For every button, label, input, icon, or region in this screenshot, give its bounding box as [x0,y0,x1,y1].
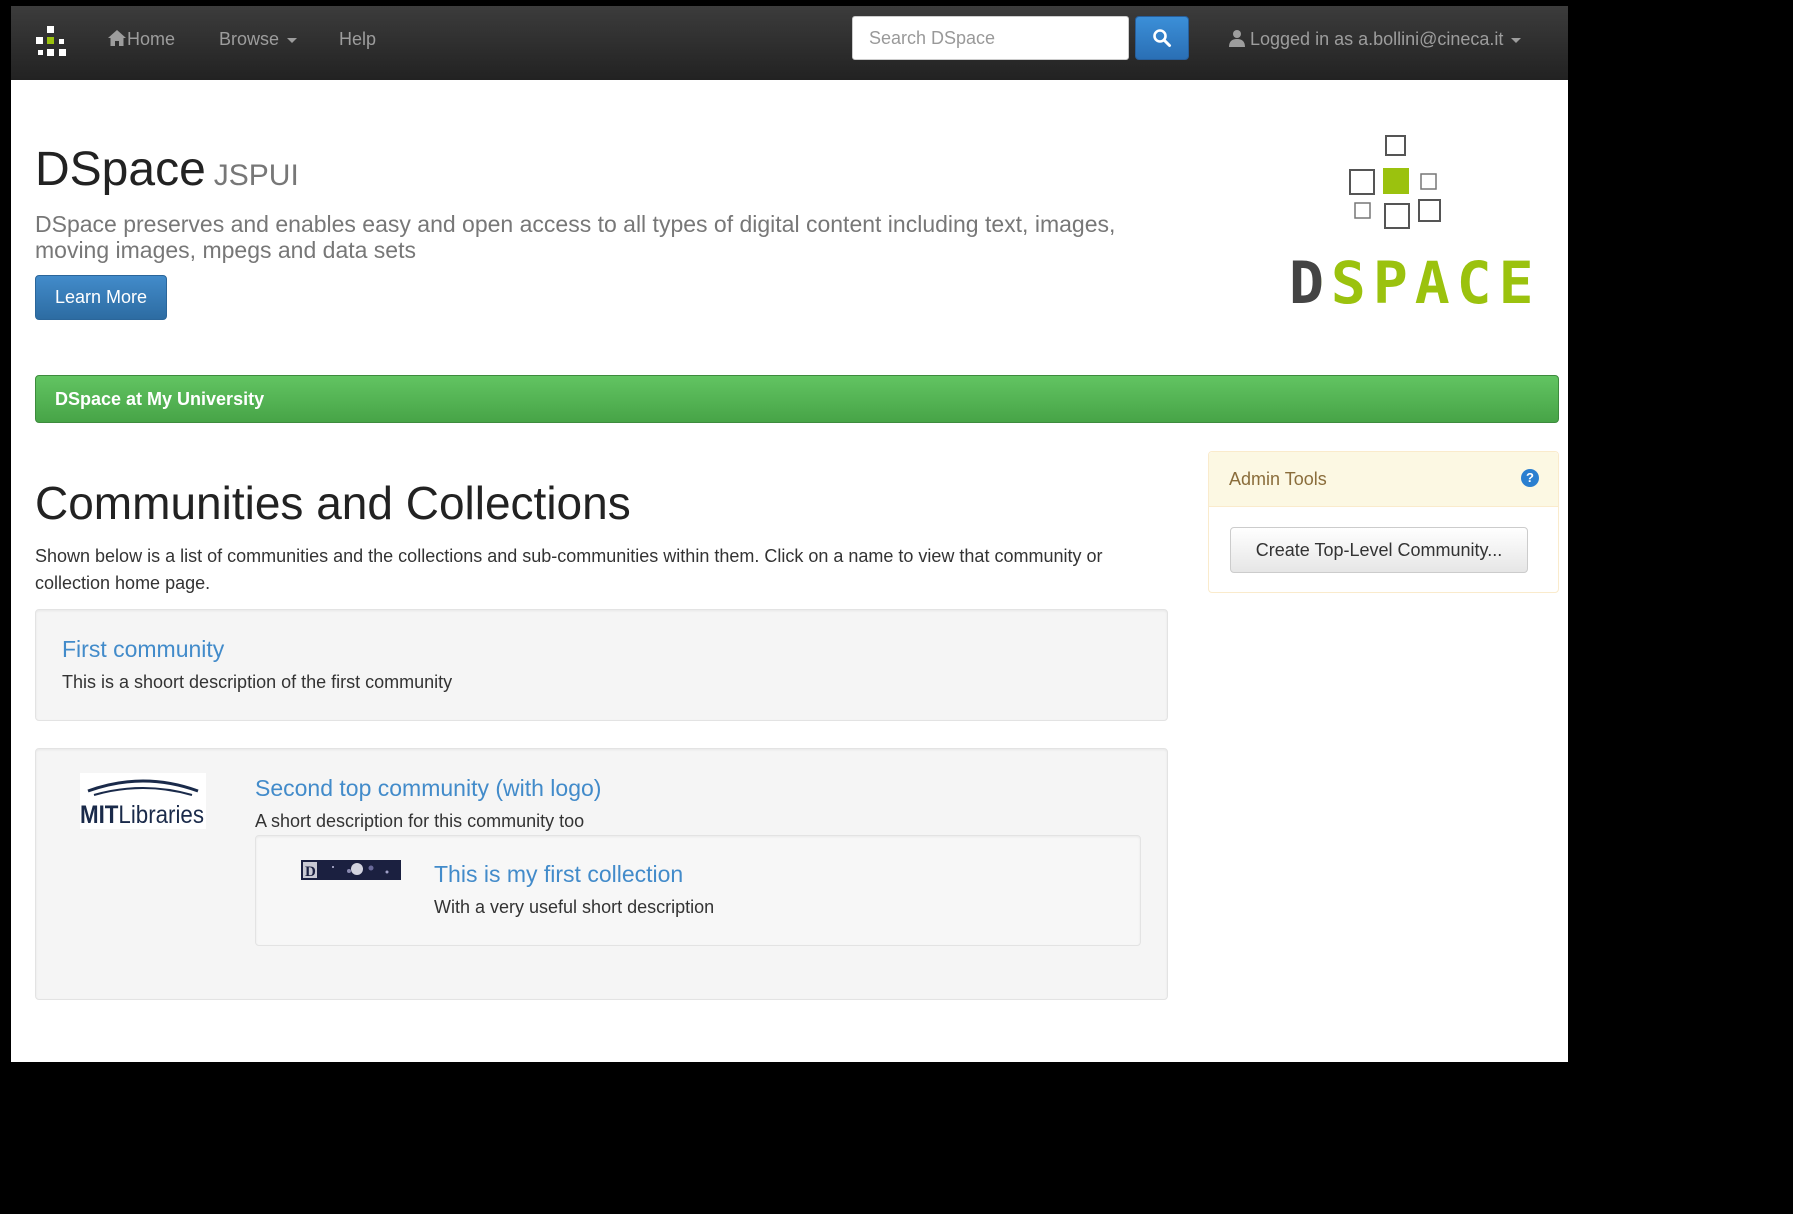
chevron-down-icon [287,37,298,43]
create-top-level-community-button[interactable]: Create Top-Level Community... [1230,527,1528,573]
hero-description: DSpace preserves and enables easy and op… [35,211,1116,263]
svg-text:MITLibraries: MITLibraries [80,801,204,829]
community-description-second: A short description for this community t… [255,811,585,831]
communities-heading: Communities and Collections [35,477,631,529]
hero-title-text: DSpace [35,143,206,196]
collection-description-first: With a very useful short description [434,897,715,917]
admin-tools-title: Admin Tools [1229,469,1327,489]
svg-text:D: D [1289,249,1324,317]
page-title: DSpace JSPUI [35,140,299,206]
search-button[interactable] [1135,16,1189,60]
help-icon[interactable]: ? [1521,469,1539,487]
community-panel-first: First community This is a shoort descrip… [35,609,1168,721]
search-input[interactable] [852,16,1129,60]
user-menu-label: Logged in as a.bollini@cineca.it [1250,29,1504,49]
mit-logo-text-bold: MIT [80,801,118,829]
hero-subtitle: JSPUI [213,159,299,192]
app-window: Home Browse Help Logged in as a.bollini@… [11,6,1568,1062]
search-icon [1153,29,1171,47]
collection-link-first[interactable]: This is my first collection [434,860,683,888]
dspace-logo: DSPACE D [1289,135,1539,317]
user-icon [1229,30,1245,47]
nav-help-link[interactable]: Help [339,28,376,50]
collection-panel: D This is my first collection With a ver… [255,835,1141,946]
mit-libraries-logo[interactable]: MITLibraries [80,773,206,829]
communities-intro: Shown below is a list of communities and… [35,546,1103,593]
top-navbar: Home Browse Help Logged in as a.bollini@… [11,6,1568,80]
nav-browse-dropdown[interactable]: Browse [219,28,298,50]
admin-tools-panel: Admin Tools ? Create Top-Level Community… [1208,451,1559,593]
nav-browse-label: Browse [219,29,280,49]
learn-more-button[interactable]: Learn More [35,275,167,320]
home-icon [108,30,126,46]
svg-text:D: D [305,864,316,880]
chevron-down-icon [1511,37,1522,43]
nav-help-label: Help [339,29,377,49]
mit-logo-text: Libraries [118,801,204,829]
collection-logo[interactable]: D [301,860,401,880]
dspace-nav-logo-icon[interactable] [33,24,69,60]
dspace-logo-text: DSPACE [1289,249,1539,317]
nav-home-link[interactable]: Home [107,28,175,50]
community-link-first[interactable]: First community [62,635,224,663]
site-banner-title: DSpace at My University [55,389,265,409]
community-link-second[interactable]: Second top community (with logo) [255,774,601,802]
community-description-first: This is a shoort description of the firs… [62,672,453,692]
user-menu-dropdown[interactable]: Logged in as a.bollini@cineca.it [1228,28,1522,50]
community-panel-second: MITLibraries Second top community (with … [35,748,1168,1000]
admin-tools-header: Admin Tools ? [1209,452,1558,507]
site-banner: DSpace at My University [35,375,1559,423]
nav-home-label: Home [127,29,176,49]
